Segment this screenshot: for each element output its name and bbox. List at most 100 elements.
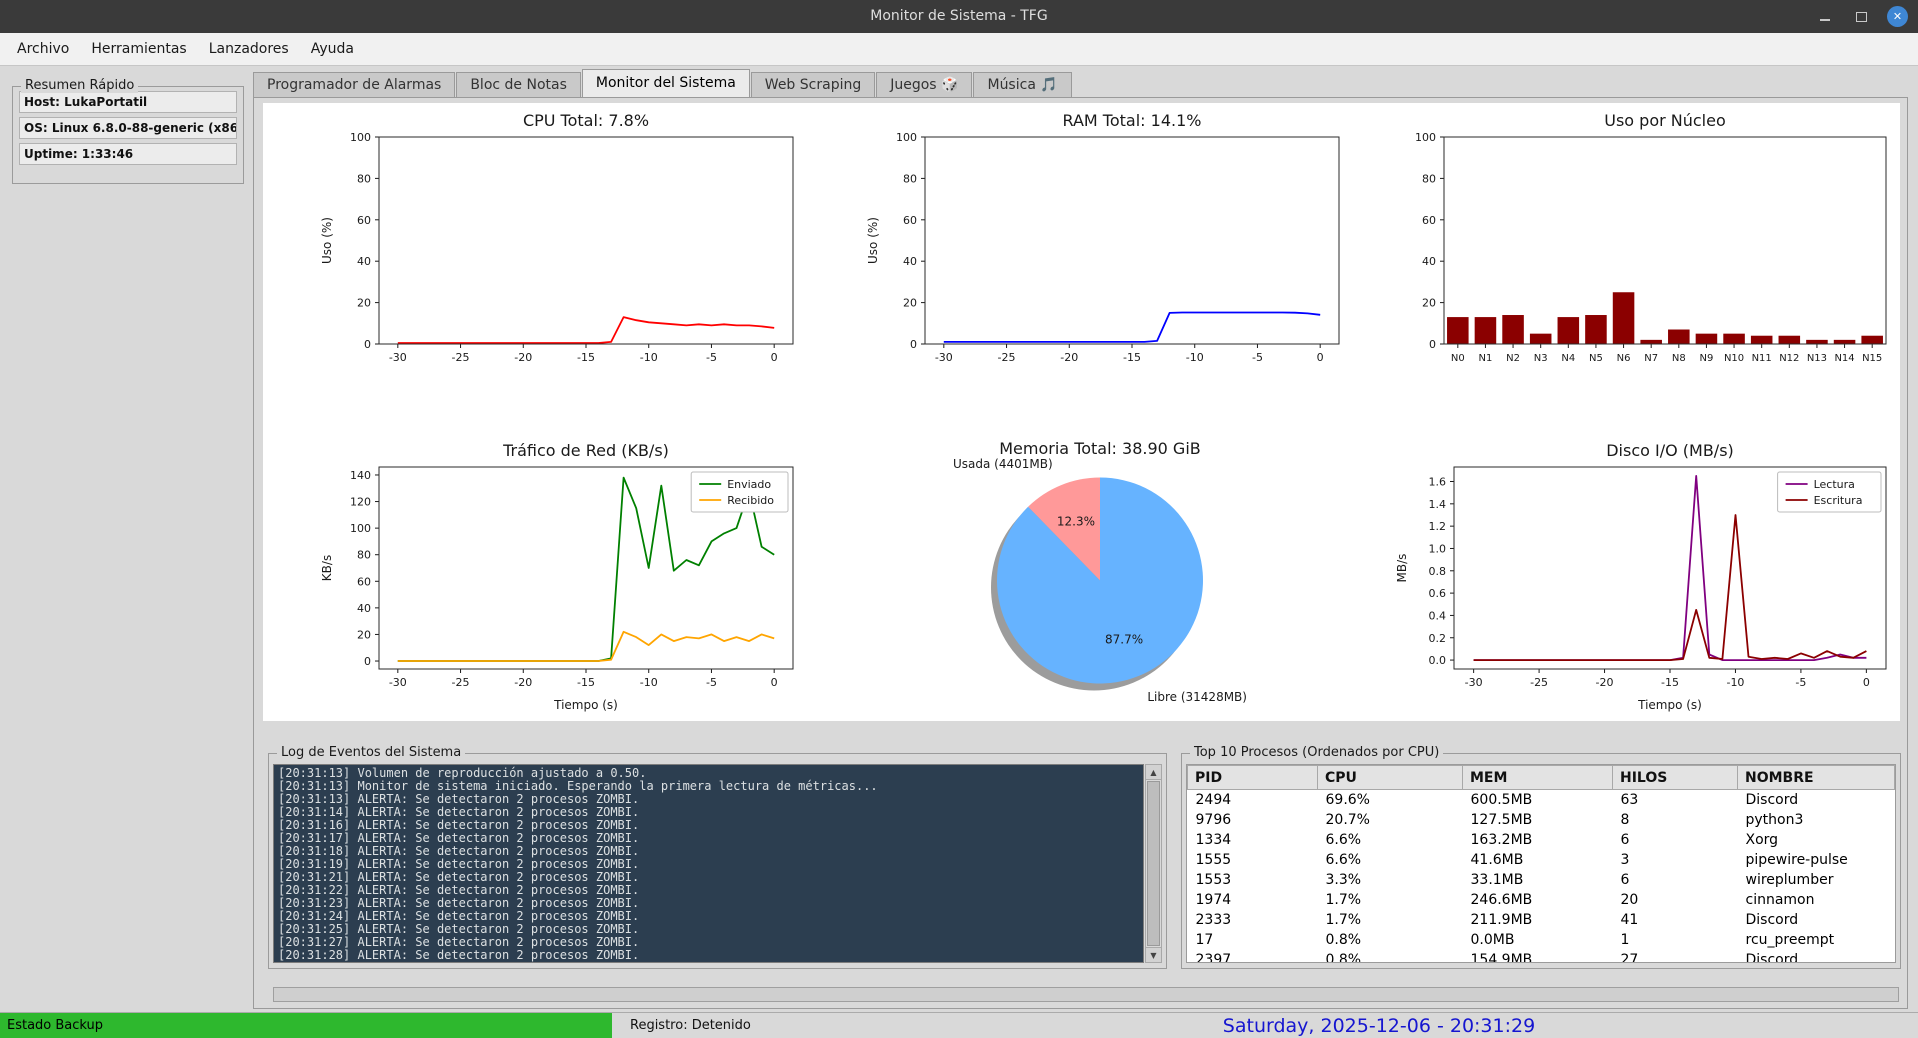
tab-bloc-de-notas[interactable]: Bloc de Notas [456, 72, 581, 97]
tab-juegos[interactable]: Juegos 🎲 [876, 72, 972, 97]
minimize-button[interactable] [1815, 7, 1835, 27]
svg-text:Libre (31428MB): Libre (31428MB) [1147, 690, 1247, 704]
table-row[interactable]: 15556.6%41.6MB3pipewire-pulse [1188, 850, 1895, 870]
svg-text:1.4: 1.4 [1429, 498, 1447, 511]
scroll-down-arrow[interactable]: ▼ [1146, 947, 1161, 962]
column-header-mem[interactable]: MEM [1463, 766, 1613, 790]
column-header-pid[interactable]: PID [1188, 766, 1318, 790]
svg-text:N4: N4 [1562, 353, 1576, 364]
title-bar: Monitor de Sistema - TFG ✕ [0, 0, 1918, 33]
svg-text:60: 60 [1422, 214, 1436, 227]
maximize-icon [1856, 12, 1867, 22]
svg-text:-5: -5 [706, 676, 717, 689]
bottom-progressbar [273, 987, 1899, 1002]
chart-canvas-network: Tráfico de Red (KB/s)020406080100120140-… [263, 412, 809, 721]
log-scrollbar[interactable]: ▲ ▼ [1145, 764, 1162, 963]
scroll-up-arrow[interactable]: ▲ [1146, 765, 1161, 780]
window-controls: ✕ [1815, 0, 1908, 33]
table-row[interactable]: 19741.7%246.6MB20cinnamon [1188, 890, 1895, 910]
table-row[interactable]: 23970.8%154.9MB27Discord [1188, 950, 1895, 963]
svg-text:N8: N8 [1672, 353, 1686, 364]
svg-text:Usada (4401MB): Usada (4401MB) [953, 457, 1053, 471]
svg-text:CPU Total: 7.8%: CPU Total: 7.8% [523, 111, 649, 130]
chart-canvas-cpu: CPU Total: 7.8%020406080100-30-25-20-15-… [263, 103, 809, 412]
tab-monitor-del-sistema[interactable]: Monitor del Sistema [582, 69, 750, 97]
scrollbar-thumb[interactable] [1147, 781, 1160, 946]
svg-text:100: 100 [896, 131, 917, 144]
table-cell: 127.5MB [1463, 810, 1613, 830]
table-cell: Discord [1738, 950, 1895, 963]
svg-text:40: 40 [903, 255, 917, 268]
svg-text:-5: -5 [1252, 351, 1263, 364]
svg-text:60: 60 [903, 214, 917, 227]
svg-text:100: 100 [1415, 131, 1436, 144]
svg-text:-5: -5 [706, 351, 717, 364]
tab-musica[interactable]: Música 🎵 [973, 72, 1071, 97]
svg-text:Tiempo (s): Tiempo (s) [1637, 698, 1702, 712]
svg-text:RAM Total: 14.1%: RAM Total: 14.1% [1062, 111, 1201, 130]
svg-text:-5: -5 [1796, 676, 1807, 689]
process-header-row: PIDCPUMEMHILOSNOMBRE [1188, 766, 1895, 790]
menu-lanzadores[interactable]: Lanzadores [198, 35, 300, 63]
table-cell: 211.9MB [1463, 910, 1613, 930]
chart-canvas-cores: Uso por Núcleo020406080100N0N1N2N3N4N5N6… [1354, 103, 1900, 412]
svg-text:-20: -20 [1596, 676, 1614, 689]
close-icon: ✕ [1893, 10, 1902, 23]
svg-text:0.8: 0.8 [1429, 565, 1447, 578]
table-row[interactable]: 249469.6%600.5MB63Discord [1188, 790, 1895, 811]
table-row[interactable]: 170.8%0.0MB1rcu_preempt [1188, 930, 1895, 950]
maximize-button[interactable] [1851, 7, 1871, 27]
svg-text:1.6: 1.6 [1429, 476, 1447, 489]
table-cell: Discord [1738, 790, 1895, 811]
svg-text:KB/s: KB/s [320, 555, 334, 581]
menu-ayuda[interactable]: Ayuda [300, 35, 365, 63]
table-cell: Xorg [1738, 830, 1895, 850]
table-cell: 27 [1613, 950, 1738, 963]
chart-canvas-ram: RAM Total: 14.1%020406080100-30-25-20-15… [809, 103, 1355, 412]
svg-text:N12: N12 [1780, 353, 1800, 364]
svg-text:N1: N1 [1479, 353, 1493, 364]
svg-text:Uso (%): Uso (%) [320, 217, 334, 264]
uptime-label: Uptime: 1:33:46 [19, 143, 237, 165]
svg-text:80: 80 [903, 172, 917, 185]
svg-text:0.6: 0.6 [1429, 587, 1447, 600]
process-table-area: PIDCPUMEMHILOSNOMBRE 249469.6%600.5MB63D… [1186, 764, 1896, 963]
host-label: Host: LukaPortatil [19, 91, 237, 113]
chart-ram: RAM Total: 14.1%020406080100-30-25-20-15… [809, 103, 1355, 412]
tab-web-scraping[interactable]: Web Scraping [751, 72, 875, 97]
svg-text:0.2: 0.2 [1429, 632, 1447, 645]
svg-text:60: 60 [357, 575, 371, 588]
close-button[interactable]: ✕ [1887, 6, 1908, 27]
log-status-label: Registro: Detenido [630, 1013, 751, 1038]
backup-progressbar: Estado Backup [0, 1013, 612, 1038]
svg-text:N7: N7 [1645, 353, 1659, 364]
svg-text:-25: -25 [997, 351, 1015, 364]
table-row[interactable]: 23331.7%211.9MB41Discord [1188, 910, 1895, 930]
column-header-hilos[interactable]: HILOS [1613, 766, 1738, 790]
svg-text:Enviado: Enviado [727, 478, 771, 491]
svg-text:-15: -15 [577, 676, 595, 689]
main-notebook: Programador de Alarmas Bloc de Notas Mon… [253, 70, 1908, 1009]
svg-text:12.3%: 12.3% [1057, 514, 1095, 528]
table-cell: 1555 [1188, 850, 1318, 870]
svg-text:0.4: 0.4 [1429, 609, 1447, 622]
table-cell: 69.6% [1318, 790, 1463, 811]
table-row[interactable]: 15533.3%33.1MB6wireplumber [1188, 870, 1895, 890]
log-line: [20:31:29] ALERTA: Se detectaron 2 proce… [278, 962, 1139, 963]
svg-text:40: 40 [357, 602, 371, 615]
svg-text:N5: N5 [1589, 353, 1603, 364]
chart-canvas-disk: Disco I/O (MB/s)0.00.20.40.60.81.01.21.4… [1354, 412, 1900, 721]
column-header-nombre[interactable]: NOMBRE [1738, 766, 1895, 790]
tab-programador-de-alarmas[interactable]: Programador de Alarmas [253, 72, 455, 97]
datetime-label: Saturday, 2025-12-06 - 20:31:29 [840, 1013, 1918, 1038]
column-header-cpu[interactable]: CPU [1318, 766, 1463, 790]
menu-archivo[interactable]: Archivo [6, 35, 80, 63]
chart-memory-pie: Memoria Total: 38.90 GiBUsada (4401MB)12… [809, 412, 1355, 721]
svg-text:1.2: 1.2 [1429, 520, 1447, 533]
table-row[interactable]: 13346.6%163.2MB6Xorg [1188, 830, 1895, 850]
svg-text:-30: -30 [389, 676, 407, 689]
menu-herramientas[interactable]: Herramientas [80, 35, 197, 63]
log-text[interactable]: [20:31:13] Volumen de reproducción ajust… [273, 764, 1144, 963]
table-cell: 0.8% [1318, 950, 1463, 963]
table-row[interactable]: 979620.7%127.5MB8python3 [1188, 810, 1895, 830]
